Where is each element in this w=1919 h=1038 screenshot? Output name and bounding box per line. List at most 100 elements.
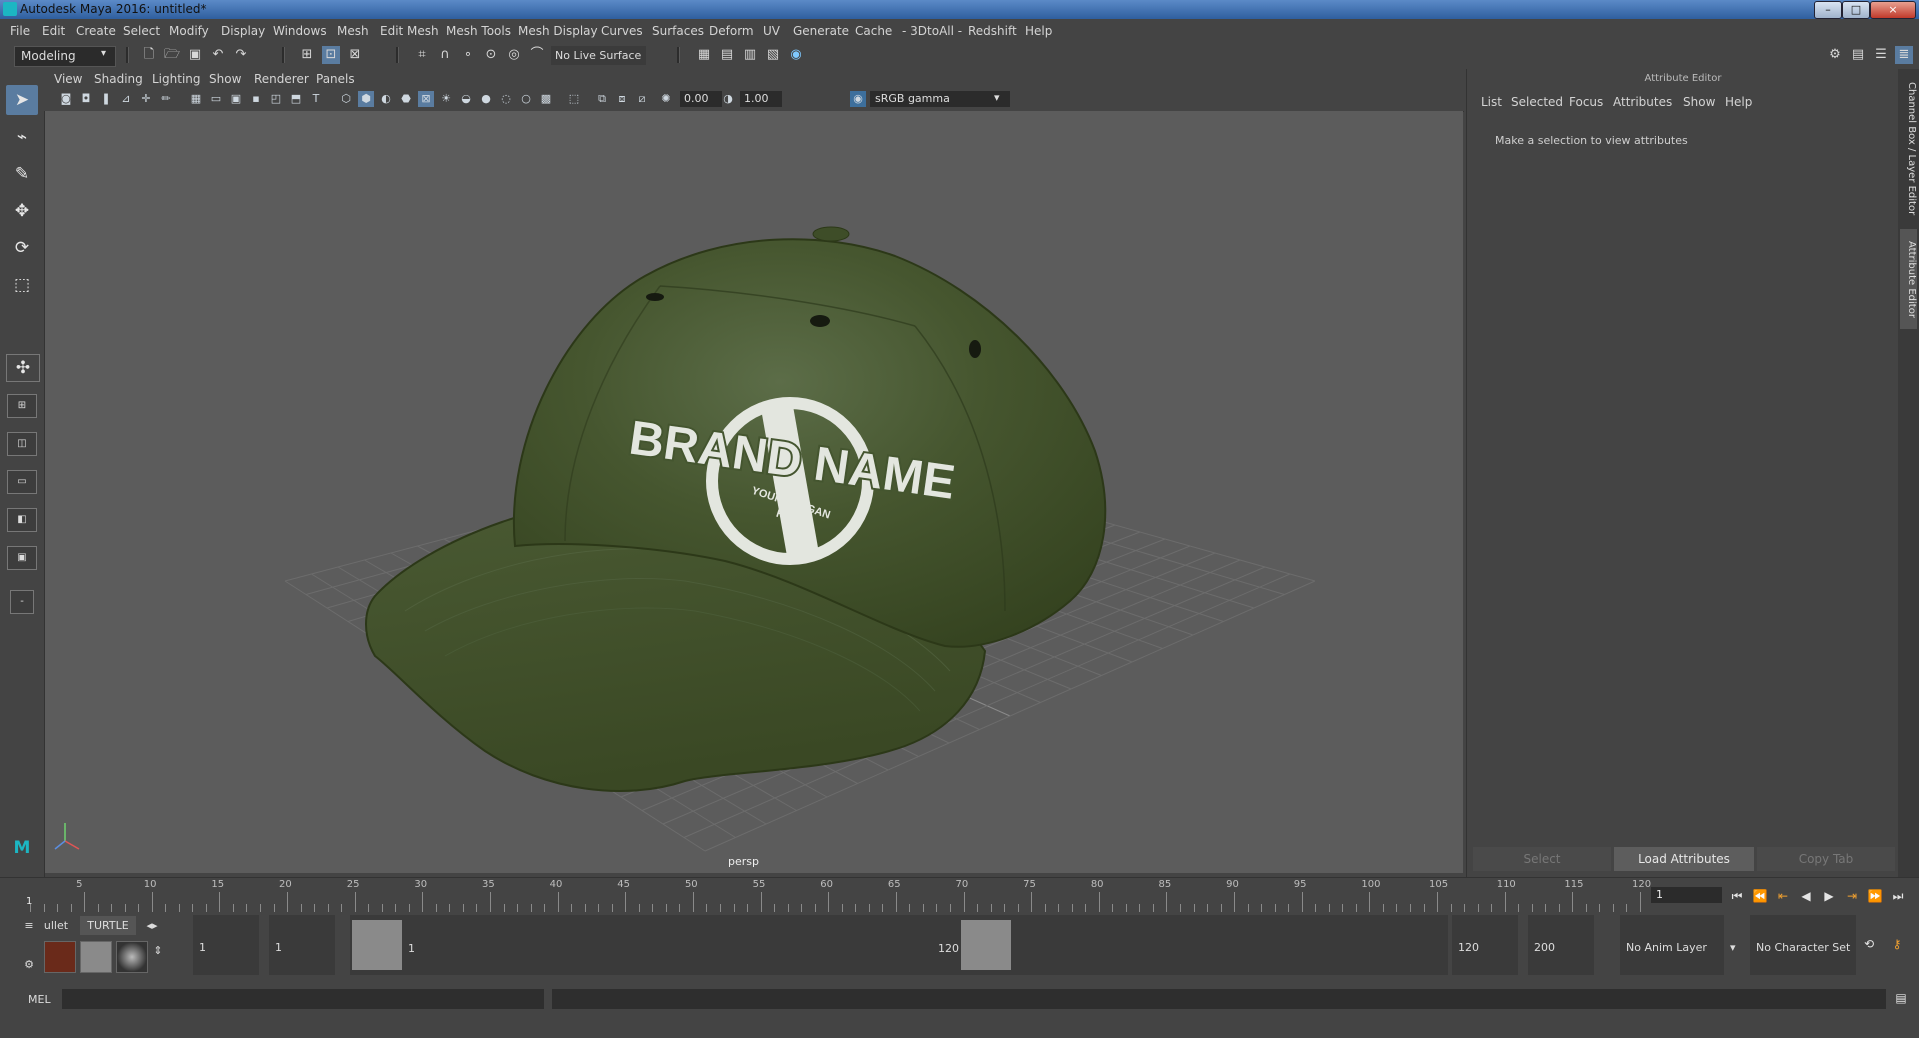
viewport-menu-lighting[interactable]: Lighting — [152, 72, 201, 86]
attribute-editor-toggle-icon[interactable]: ≣ — [1895, 46, 1913, 64]
range-slider[interactable]: 1 120 — [350, 915, 1448, 975]
go-to-start-icon[interactable]: ⏮ — [1728, 887, 1746, 905]
command-input[interactable] — [62, 989, 544, 1009]
viewport-menu-show[interactable]: Show — [209, 72, 241, 86]
toggle-panels-icon[interactable]: ▤ — [1849, 46, 1867, 64]
viewport-menu-panels[interactable]: Panels — [316, 72, 355, 86]
menu-edit-mesh[interactable]: Edit Mesh — [380, 24, 439, 38]
menu-mesh[interactable]: Mesh — [337, 24, 369, 38]
redo-icon[interactable]: ↷ — [232, 46, 250, 64]
exposure-icon[interactable]: ✺ — [658, 91, 674, 107]
attr-menu-attributes[interactable]: Attributes — [1613, 95, 1672, 109]
paint-select-tool-icon[interactable]: ✎ — [6, 159, 38, 189]
play-forward-icon[interactable]: ▶ — [1820, 887, 1838, 905]
use-all-lights-icon[interactable]: ☀ — [438, 91, 454, 107]
undo-icon[interactable]: ↶ — [209, 46, 227, 64]
menu-create[interactable]: Create — [76, 24, 116, 38]
screen-space-ao-icon[interactable]: ● — [478, 91, 494, 107]
layout-outliner-persp-icon[interactable]: ▭ — [7, 470, 37, 494]
resolution-gate-icon[interactable]: ▣ — [228, 91, 244, 107]
select-hierarchy-icon[interactable]: ⊞ — [298, 46, 316, 64]
select-component-icon[interactable]: ⊠ — [346, 46, 364, 64]
copy-tab-button[interactable]: Copy Tab — [1757, 847, 1895, 871]
range-start-handle[interactable] — [352, 920, 402, 970]
menu-edit[interactable]: Edit — [42, 24, 65, 38]
snap-live-icon[interactable]: ⌒ — [528, 46, 546, 64]
shelf-settings-icon[interactable]: ⚙ — [22, 955, 36, 974]
snap-point-icon[interactable]: ∘ — [459, 46, 477, 64]
snap-surface-icon[interactable]: ◎ — [505, 46, 523, 64]
show-manipulator-icon[interactable]: ✣ — [6, 354, 40, 382]
attr-menu-help[interactable]: Help — [1725, 95, 1752, 109]
attr-menu-list[interactable]: List — [1481, 95, 1502, 109]
scene-canvas[interactable]: BRAND NAME YOUR SLOGAN HERE — [45, 111, 1463, 873]
layout-four-view-icon[interactable]: ⊞ — [7, 394, 37, 418]
load-attributes-button[interactable]: Load Attributes — [1614, 847, 1754, 871]
menu-surfaces[interactable]: Surfaces — [652, 24, 704, 38]
close-button[interactable]: × — [1870, 1, 1916, 19]
mode-selector[interactable]: Modeling ▾ — [14, 46, 116, 67]
cap-model[interactable]: BRAND NAME YOUR SLOGAN HERE — [365, 226, 1107, 792]
viewport-menu-shading[interactable]: Shading — [94, 72, 143, 86]
menu-select[interactable]: Select — [123, 24, 160, 38]
xray-components-icon[interactable]: ⧄ — [634, 91, 650, 107]
layout-hypershade-icon[interactable]: ▣ — [7, 546, 37, 570]
isolate-select-icon[interactable]: ⬚ — [566, 91, 582, 107]
gate-mask-icon[interactable]: ▪ — [248, 91, 264, 107]
xray-icon[interactable]: ⧉ — [594, 91, 610, 107]
turtle-bake-icon[interactable] — [80, 941, 112, 973]
select-object-icon[interactable]: ⊡ — [322, 46, 340, 64]
layout-two-view-icon[interactable]: ◫ — [7, 432, 37, 456]
smooth-shade-icon[interactable]: ⬢ — [358, 91, 374, 107]
menu-mesh-display[interactable]: Mesh Display — [518, 24, 598, 38]
default-material-icon[interactable]: ◐ — [378, 91, 394, 107]
menu-display[interactable]: Display — [221, 24, 265, 38]
render-view-icon[interactable]: ▦ — [695, 46, 713, 64]
film-gate-icon[interactable]: ▭ — [208, 91, 224, 107]
move-tool-icon[interactable]: ✥ — [6, 196, 38, 226]
snap-grid-icon[interactable]: ⌗ — [413, 46, 431, 64]
camera-attributes-icon[interactable]: ◘ — [78, 91, 94, 107]
minimize-button[interactable]: – — [1814, 1, 1842, 19]
depth-of-field-icon[interactable]: ▩ — [538, 91, 554, 107]
shelf-up-down-icon[interactable]: ⇕ — [152, 941, 164, 960]
camera-select-icon[interactable]: ◙ — [58, 91, 74, 107]
save-scene-icon[interactable]: ▣ — [186, 46, 204, 64]
command-language-label[interactable]: MEL — [28, 993, 51, 1006]
outliner-icon[interactable]: ☰ — [1872, 46, 1890, 64]
layout-more-icon[interactable]: - — [10, 590, 34, 614]
menu-mesh-tools[interactable]: Mesh Tools — [446, 24, 511, 38]
animation-preferences-icon[interactable]: ⟲ — [1860, 935, 1878, 953]
open-scene-icon[interactable]: 🗁 — [163, 46, 181, 64]
menu-uv[interactable]: UV — [763, 24, 780, 38]
lasso-tool-icon[interactable]: ⌁ — [6, 122, 38, 152]
menu-generate[interactable]: Generate — [793, 24, 849, 38]
render-frame-icon[interactable]: ▤ — [718, 46, 736, 64]
perspective-viewport[interactable]: BRAND NAME YOUR SLOGAN HERE persp — [45, 111, 1463, 873]
shadows-icon[interactable]: ◒ — [458, 91, 474, 107]
gamma-field[interactable]: 1.00 — [740, 91, 782, 107]
turtle-render-icon[interactable] — [44, 941, 76, 973]
menu-curves[interactable]: Curves — [601, 24, 643, 38]
textured-icon[interactable]: ⊠ — [418, 91, 434, 107]
step-forward-key-icon[interactable]: ⇥ — [1843, 887, 1861, 905]
script-editor-icon[interactable]: ▤ — [1892, 989, 1910, 1007]
turtle-sphere-icon[interactable] — [116, 941, 148, 973]
menu-3dtoall[interactable]: - 3DtoAll - — [902, 24, 962, 38]
safe-action-icon[interactable]: ⬒ — [288, 91, 304, 107]
time-slider[interactable]: 5 10 15 20 25 30 35 40 45 50 55 60 65 70 75 80 85 90 95 100… — [0, 877, 1919, 916]
playback-start-field[interactable]: 1 — [269, 915, 335, 975]
step-back-frame-icon[interactable]: ⏪ — [1751, 887, 1769, 905]
step-back-key-icon[interactable]: ⇤ — [1774, 887, 1792, 905]
shelf-tab-bullet[interactable]: ullet — [38, 916, 74, 935]
wireframe-icon[interactable]: ⬡ — [338, 91, 354, 107]
animation-end-field[interactable]: 200 — [1528, 915, 1594, 975]
2d-pan-zoom-icon[interactable]: ✛ — [138, 91, 154, 107]
playback-end-field[interactable]: 120 — [1452, 915, 1518, 975]
safe-title-icon[interactable]: T — [308, 91, 324, 107]
attr-menu-focus[interactable]: Focus — [1569, 95, 1603, 109]
step-forward-frame-icon[interactable]: ⏩ — [1866, 887, 1884, 905]
select-tool-icon[interactable]: ➤ — [6, 85, 38, 115]
anim-layer-selector[interactable]: No Anim Layer ▾ — [1620, 915, 1736, 975]
shelf-scroll-arrows-icon[interactable]: ◂▸ — [140, 916, 164, 935]
